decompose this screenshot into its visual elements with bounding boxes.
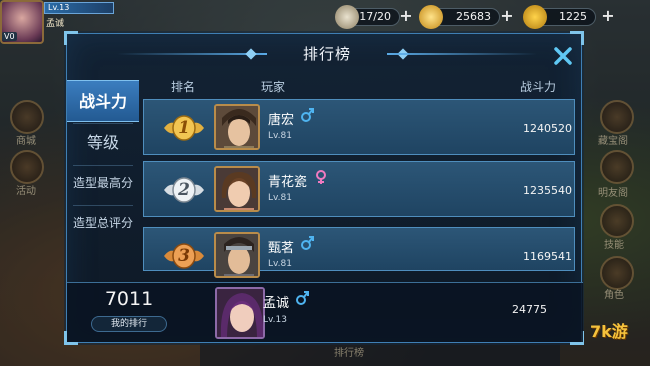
column-header-player: 玩家 — [261, 80, 286, 94]
ranking-row-3[interactable]: 3 甄茗 Lv.81 1169541 — [143, 227, 575, 278]
gold-ingot-icon — [523, 5, 547, 29]
silver-value: 25683 — [456, 10, 491, 23]
player-name: 青花瓷 — [268, 175, 308, 190]
ranking-row-2[interactable]: 2 青花瓷 Lv.81 1235540 — [143, 161, 575, 217]
female-icon — [314, 169, 328, 185]
panel-corner — [570, 31, 584, 45]
rank-number: 2 — [178, 180, 190, 200]
player-power: 1235540 — [523, 184, 572, 197]
site-watermark-logo: 7k游 — [590, 322, 628, 341]
add-silver-button[interactable]: + — [499, 8, 515, 25]
player-portrait — [214, 104, 260, 150]
player-name: 甄茗 — [268, 241, 295, 256]
player-level: Lv.81 — [268, 131, 292, 141]
my-level: Lv.13 — [263, 315, 287, 325]
title-ornament — [387, 53, 537, 55]
tab-top-outfit-score[interactable]: 造型最高分 — [67, 162, 139, 204]
silver-counter: 25683 — [419, 5, 500, 29]
column-header-power: 战斗力 — [520, 80, 557, 94]
gold-medal-icon: 1 — [162, 114, 206, 142]
player-name: 孟诚 — [46, 19, 65, 29]
male-icon — [300, 235, 314, 251]
player-level: Lv.81 — [268, 193, 292, 203]
male-icon — [300, 107, 314, 123]
rank-number: 3 — [178, 246, 190, 266]
stamina-counter: 17/20 — [335, 5, 400, 29]
my-rank-number: 7011 — [104, 288, 154, 310]
tab-level[interactable]: 等级 — [67, 122, 139, 164]
gold-counter: 1225 — [523, 5, 596, 29]
close-icon[interactable] — [553, 46, 573, 66]
tab-total-outfit-score[interactable]: 造型总评分 — [67, 202, 139, 244]
player-name: 唐宏 — [268, 113, 295, 128]
tab-combat-power[interactable]: 战斗力 — [67, 80, 139, 122]
silver-coin-icon — [419, 5, 443, 29]
panel-title-bar: 排行榜 — [117, 42, 537, 66]
ranking-row-1[interactable]: 1 唐宏 Lv.81 1240520 — [143, 99, 575, 155]
panel-title: 排行榜 — [302, 45, 351, 63]
rank-number: 1 — [178, 118, 190, 138]
my-rank-label: 我的排行 — [91, 316, 167, 332]
stamina-value: 17/20 — [359, 10, 391, 23]
title-ornament — [245, 48, 257, 60]
my-ranking-row: 7011 我的排行 孟诚 Lv.13 24775 — [67, 282, 583, 342]
stamina-icon — [335, 5, 359, 29]
male-icon — [295, 290, 309, 306]
add-stamina-button[interactable]: + — [398, 8, 414, 25]
silver-medal-icon: 2 — [162, 176, 206, 204]
player-portrait — [214, 232, 260, 278]
my-power: 24775 — [512, 303, 547, 316]
bronze-medal-icon: 3 — [162, 242, 206, 270]
player-portrait — [214, 166, 260, 212]
player-power: 1240520 — [523, 122, 572, 135]
my-portrait — [215, 287, 265, 339]
player-power: 1169541 — [523, 250, 572, 263]
column-header-rank: 排名 — [171, 80, 196, 94]
player-level-bar: Lv.13 — [44, 2, 114, 14]
my-name: 孟诚 — [263, 296, 290, 311]
vip-badge: V0 — [2, 32, 17, 41]
add-gold-button[interactable]: + — [600, 8, 616, 25]
ranking-panel: 排行榜 战斗力 等级 造型最高分 造型总评分 排名 玩家 战斗力 1 唐宏 Lv… — [64, 31, 584, 345]
panel-corner — [64, 31, 78, 45]
player-level: Lv.81 — [268, 259, 292, 269]
gold-value: 1225 — [559, 10, 587, 23]
